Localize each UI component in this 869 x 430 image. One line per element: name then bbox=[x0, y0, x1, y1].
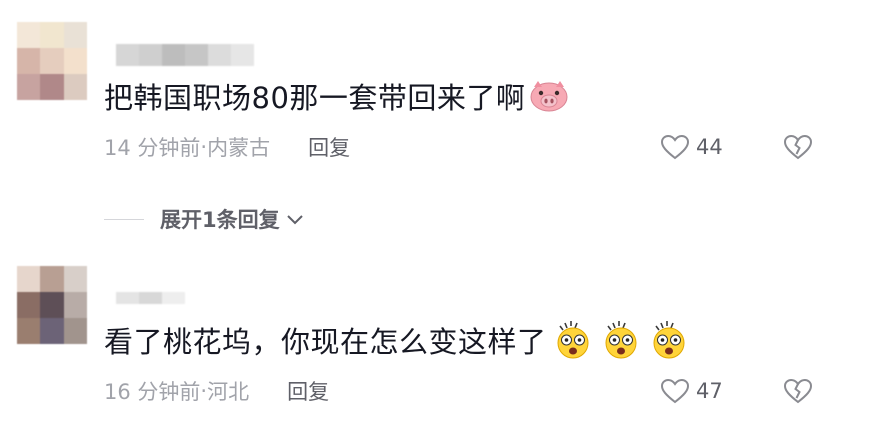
avatar-pixel bbox=[40, 22, 64, 48]
expand-divider bbox=[104, 218, 144, 220]
pig-face-emoji bbox=[530, 81, 568, 112]
comment-time: 14 分钟前 bbox=[104, 136, 201, 160]
avatar-pixel bbox=[63, 292, 87, 318]
avatar-pixel bbox=[17, 318, 41, 344]
avatar-pixel bbox=[17, 48, 41, 74]
username-blur-block bbox=[185, 44, 208, 66]
comment-text: 看了桃花坞，你现在怎么变这样了 bbox=[104, 320, 691, 360]
comment-text-content: 把韩国职场80那一套带回来了啊 bbox=[104, 81, 526, 115]
avatar-pixel bbox=[40, 48, 64, 74]
username-blur-block bbox=[208, 44, 231, 66]
username-blur-block bbox=[162, 292, 185, 304]
comment-time: 16 分钟前 bbox=[104, 380, 201, 404]
like-button[interactable]: 47 bbox=[660, 377, 723, 405]
username-blur-block bbox=[139, 292, 162, 304]
meta-separator: · bbox=[200, 135, 208, 159]
username-blur-block bbox=[139, 44, 162, 66]
reply-button[interactable]: 回复 bbox=[287, 376, 329, 406]
reply-button[interactable]: 回复 bbox=[308, 132, 350, 162]
avatar-pixel bbox=[17, 74, 41, 100]
chevron-down-icon bbox=[286, 215, 303, 225]
shocked-face-emoji bbox=[547, 321, 595, 359]
like-button[interactable]: 44 bbox=[660, 133, 723, 161]
avatar-pixel bbox=[17, 266, 41, 292]
avatar-pixel bbox=[63, 22, 87, 48]
comment-meta: 14 分钟前 · 内蒙古 回复 bbox=[104, 133, 350, 161]
username-blur-block bbox=[162, 44, 185, 66]
username-blur-block bbox=[116, 292, 139, 304]
heart-icon bbox=[660, 134, 690, 160]
avatar[interactable] bbox=[17, 266, 87, 344]
shocked-face-emoji bbox=[595, 321, 643, 359]
comment-meta: 16 分钟前 · 河北 回复 bbox=[104, 377, 329, 405]
avatar-pixel bbox=[17, 22, 41, 48]
expand-replies-button[interactable]: 展开1条回复 bbox=[104, 204, 306, 234]
like-count: 44 bbox=[696, 135, 723, 159]
username[interactable] bbox=[116, 292, 185, 304]
avatar-pixel bbox=[40, 318, 64, 344]
avatar-pixel bbox=[63, 48, 87, 74]
username-blur-block bbox=[116, 44, 139, 66]
comment-text: 把韩国职场80那一套带回来了啊 bbox=[104, 76, 569, 116]
heart-icon bbox=[660, 378, 690, 404]
meta-separator: · bbox=[200, 379, 208, 403]
avatar-pixel bbox=[40, 266, 64, 292]
expand-replies-label: 展开1条回复 bbox=[160, 208, 280, 232]
broken-heart-icon[interactable] bbox=[783, 134, 813, 160]
avatar-pixel bbox=[17, 292, 41, 318]
emoji-group bbox=[547, 320, 691, 360]
broken-heart-icon[interactable] bbox=[783, 378, 813, 404]
avatar-pixel bbox=[63, 266, 87, 292]
like-count: 47 bbox=[696, 379, 723, 403]
avatar-pixel bbox=[63, 74, 87, 100]
avatar-pixel bbox=[40, 74, 64, 100]
comment-location: 内蒙古 bbox=[207, 136, 271, 160]
avatar[interactable] bbox=[17, 22, 87, 100]
avatar-pixel bbox=[63, 318, 87, 344]
avatar-pixel bbox=[40, 292, 64, 318]
username-blur-block bbox=[231, 44, 254, 66]
comment-text-content: 看了桃花坞，你现在怎么变这样了 bbox=[104, 325, 547, 359]
shocked-face-emoji bbox=[643, 321, 691, 359]
comment-location: 河北 bbox=[207, 380, 250, 404]
username[interactable] bbox=[116, 44, 254, 66]
